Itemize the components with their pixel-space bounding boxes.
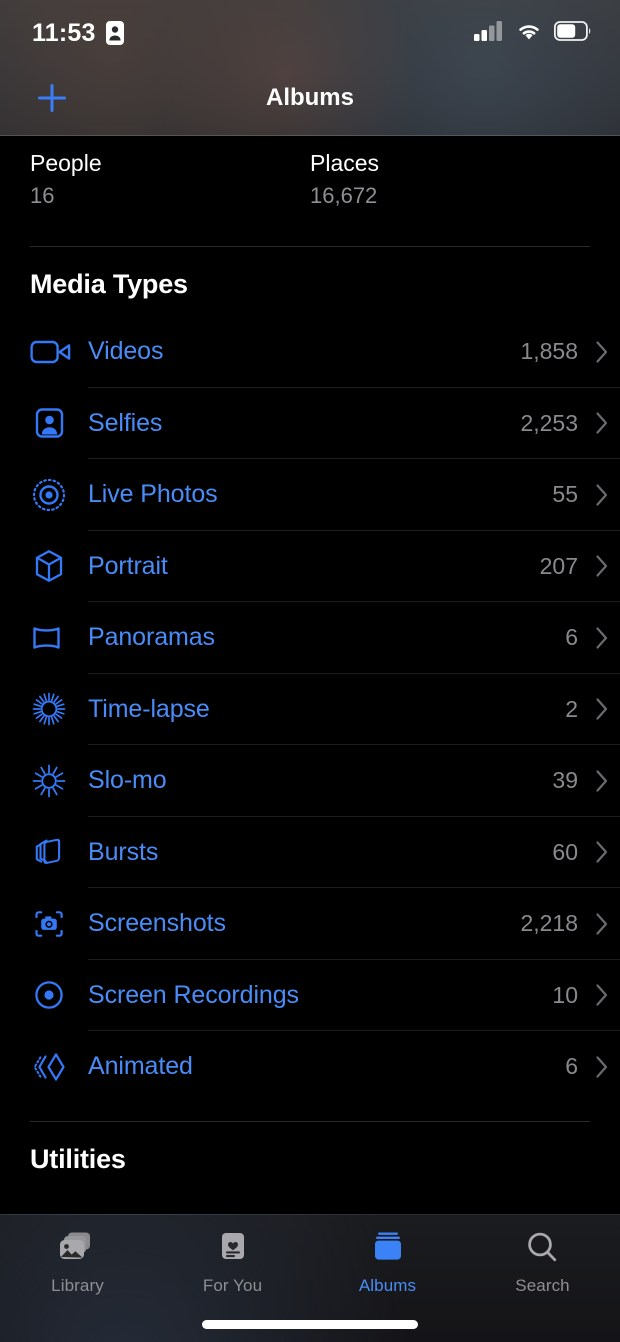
chevron-right-icon <box>594 983 620 1007</box>
tab-label: Search <box>515 1276 570 1295</box>
plus-icon <box>38 84 66 112</box>
chevron-right-icon <box>594 912 620 936</box>
animated-icon <box>30 1049 88 1085</box>
album-caption-count: 16,672 <box>310 183 378 208</box>
list-item-videos[interactable]: Videos 1,858 <box>30 316 620 388</box>
status-bar-right <box>474 14 592 47</box>
list-item-count: 6 <box>565 624 578 651</box>
selfie-person-icon <box>30 406 88 440</box>
list-item-panoramas[interactable]: Panoramas 6 <box>30 602 620 674</box>
albums-book-icon <box>366 1229 410 1269</box>
list-item-screen-recordings[interactable]: Screen Recordings 10 <box>30 960 620 1032</box>
list-item-count: 2,218 <box>520 910 578 937</box>
list-item-count: 10 <box>552 981 578 1008</box>
navigation-bar: Albums <box>0 60 620 136</box>
list-item-count: 6 <box>565 1053 578 1080</box>
magnifier-icon <box>521 1229 565 1269</box>
live-photo-icon <box>30 477 88 513</box>
list-item-portrait[interactable]: Portrait 207 <box>30 531 620 603</box>
list-item-label: Animated <box>88 1052 193 1081</box>
timelapse-icon <box>30 690 88 728</box>
tab-search[interactable]: Search <box>465 1215 620 1296</box>
status-bar-clock: 11:53 <box>32 18 96 47</box>
list-item-label: Time-lapse <box>88 694 210 723</box>
chevron-right-icon <box>594 697 620 721</box>
chevron-right-icon <box>594 411 620 435</box>
list-item-label: Panoramas <box>88 623 215 652</box>
list-item-live-photos[interactable]: Live Photos 55 <box>30 459 620 531</box>
album-caption-count: 16 <box>30 183 55 208</box>
tab-bar: Library For You Albums Search <box>0 1214 620 1342</box>
album-caption-people[interactable]: People 16 <box>30 148 310 232</box>
list-item-count: 2 <box>565 695 578 722</box>
status-bar-left: 11:53 <box>32 13 125 48</box>
list-item-bursts[interactable]: Bursts 60 <box>30 817 620 889</box>
photo-stack-icon <box>56 1229 100 1269</box>
list-item-count: 39 <box>552 767 578 794</box>
list-item-label: Slo-mo <box>88 766 167 795</box>
album-caption-title: People <box>30 150 102 176</box>
albums-scroll-content[interactable]: People 16 Places 16,672 Media Types Vide… <box>0 136 620 1214</box>
tab-label: For You <box>202 1276 263 1295</box>
album-caption-title: Places <box>310 150 380 176</box>
list-item-count: 1,858 <box>520 338 578 365</box>
battery-icon <box>553 20 592 46</box>
chevron-right-icon <box>594 1055 620 1079</box>
list-item-count: 207 <box>539 552 578 579</box>
utilities-section: Utilities <box>0 1120 620 1191</box>
video-camera-icon <box>30 335 88 369</box>
tab-albums[interactable]: Albums <box>310 1215 465 1296</box>
chevron-right-icon <box>594 769 620 793</box>
page-title: Albums <box>265 84 354 111</box>
media-types-list: Videos 1,858 Selfies 2,253 Live Photos 5… <box>0 316 620 1103</box>
list-item-label: Videos <box>88 337 164 366</box>
list-item-screenshots[interactable]: Screenshots 2,218 <box>30 888 620 960</box>
list-item-label: Portrait <box>88 551 168 580</box>
bursts-icon <box>30 834 88 870</box>
chevron-right-icon <box>594 340 620 364</box>
list-item-label: Selfies <box>88 408 163 437</box>
list-item-count: 60 <box>552 838 578 865</box>
tab-library[interactable]: Library <box>0 1215 155 1296</box>
chevron-right-icon <box>594 554 620 578</box>
album-caption-row: People 16 Places 16,672 <box>0 136 620 232</box>
section-header-utilities: Utilities <box>30 1143 126 1174</box>
status-bar: 11:53 <box>0 0 620 60</box>
chevron-right-icon <box>594 840 620 864</box>
list-item-slo-mo[interactable]: Slo-mo 39 <box>30 745 620 817</box>
list-item-label: Live Photos <box>88 480 218 509</box>
wifi-icon <box>514 20 544 47</box>
id-badge-icon <box>105 14 125 46</box>
list-item-animated[interactable]: Animated 6 <box>30 1031 620 1103</box>
list-item-count: 2,253 <box>520 409 578 436</box>
tab-label: Albums <box>358 1276 417 1295</box>
panorama-icon <box>30 622 88 654</box>
tab-for-you[interactable]: For You <box>155 1215 310 1296</box>
tab-label: Library <box>51 1276 104 1295</box>
list-item-time-lapse[interactable]: Time-lapse 2 <box>30 674 620 746</box>
list-item-count: 55 <box>552 481 578 508</box>
cellular-bars-icon <box>474 20 504 47</box>
list-item-selfies[interactable]: Selfies 2,253 <box>30 388 620 460</box>
section-header-media-types: Media Types <box>30 269 188 299</box>
home-indicator <box>202 1320 418 1329</box>
heart-card-icon <box>211 1229 255 1269</box>
photos-app-screen: 11:53 Albums People 16 Places 16,672 Med… <box>0 0 620 1342</box>
cube-icon <box>30 548 88 584</box>
list-item-label: Screenshots <box>88 909 226 938</box>
add-album-button[interactable] <box>30 76 74 120</box>
album-caption-places[interactable]: Places 16,672 <box>310 148 590 232</box>
chevron-right-icon <box>594 626 620 650</box>
chevron-right-icon <box>594 483 620 507</box>
list-item-label: Screen Recordings <box>88 980 299 1009</box>
list-item-label: Bursts <box>88 837 159 866</box>
screen-recording-icon <box>30 977 88 1013</box>
slomo-icon <box>30 762 88 800</box>
screenshot-camera-icon <box>30 906 88 942</box>
app-header: 11:53 Albums <box>0 0 620 136</box>
